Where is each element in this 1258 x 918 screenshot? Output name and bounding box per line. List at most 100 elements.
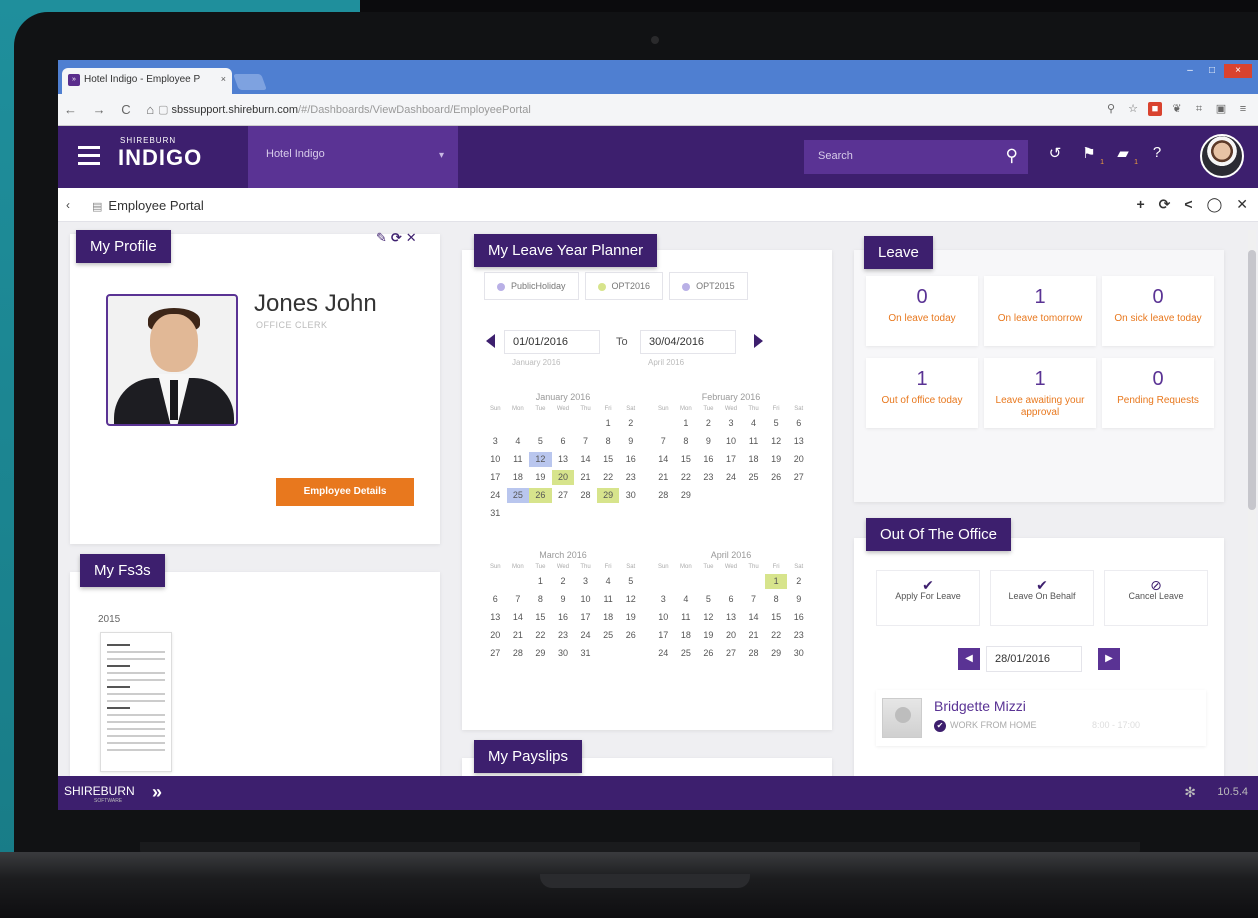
calendar-day[interactable]: 21 (507, 628, 530, 643)
calendar-day[interactable]: 7 (574, 434, 597, 449)
calendar-day[interactable]: 15 (675, 452, 698, 467)
calendar-day[interactable]: 30 (552, 646, 575, 661)
flag-icon[interactable]: ⚑ 1 (1080, 144, 1104, 166)
calendar-day[interactable]: 1 (675, 416, 698, 431)
calendar-day[interactable]: 27 (484, 646, 507, 661)
prev-arrow-icon[interactable] (486, 334, 495, 348)
calendar-day[interactable]: 4 (597, 574, 620, 589)
hamburger-menu-icon[interactable] (78, 146, 100, 166)
calendar-day[interactable]: 30 (787, 646, 810, 661)
ext-box-icon[interactable]: ▣ (1214, 102, 1228, 116)
calendar-day[interactable]: 1 (597, 416, 620, 431)
calendar-day[interactable]: 4 (742, 416, 765, 431)
calendar-day[interactable]: 17 (720, 452, 743, 467)
calendar-day[interactable]: 25 (675, 646, 698, 661)
calendar-day[interactable]: 31 (484, 506, 507, 521)
calendar-day[interactable]: 2 (787, 574, 810, 589)
calendar-day[interactable]: 28 (742, 646, 765, 661)
page-scrollbar[interactable] (1248, 230, 1256, 776)
calendar-day[interactable]: 24 (652, 646, 675, 661)
next-day-button[interactable]: ▶ (1098, 648, 1120, 670)
calendar-day[interactable]: 29 (596, 488, 620, 503)
stat-awaiting-approval[interactable]: 1 Leave awaiting your approval (984, 358, 1096, 428)
apply-for-leave-button[interactable]: ✔ Apply For Leave (876, 570, 980, 626)
user-avatar[interactable] (1200, 134, 1244, 178)
calendar-day[interactable]: 9 (697, 434, 720, 449)
calendar-day[interactable]: 5 (529, 434, 552, 449)
calendar-day[interactable]: 23 (787, 628, 810, 643)
info-button[interactable]: ◯ (1207, 196, 1223, 213)
prev-day-button[interactable]: ◀ (958, 648, 980, 670)
refresh-button[interactable]: ⟳ (1159, 196, 1171, 213)
next-arrow-icon[interactable] (754, 334, 763, 348)
calendar-day[interactable]: 19 (697, 628, 720, 643)
calendar-day[interactable]: 12 (765, 434, 788, 449)
calendar-day[interactable]: 13 (787, 434, 810, 449)
calendar-day[interactable]: 15 (529, 610, 552, 625)
calendar-day[interactable]: 5 (697, 592, 720, 607)
ooo-person-card[interactable]: Bridgette Mizzi ✔ WORK FROM HOME 8:00 - 1… (876, 690, 1206, 746)
calendar-day[interactable]: 10 (484, 452, 507, 467)
ext-crop-icon[interactable]: ⌗ (1192, 102, 1206, 116)
calendar-day[interactable]: 21 (652, 470, 675, 485)
stat-out-of-office[interactable]: 1 Out of office today (866, 358, 978, 428)
leave-on-behalf-button[interactable]: ✔ Leave On Behalf (990, 570, 1094, 626)
share-button[interactable]: < (1184, 196, 1192, 213)
calendar-day[interactable]: 11 (742, 434, 765, 449)
add-widget-button[interactable]: + (1136, 196, 1144, 213)
calendar-day[interactable]: 2 (552, 574, 575, 589)
calendar-day[interactable]: 12 (619, 592, 642, 607)
calendar-day[interactable]: 18 (507, 470, 530, 485)
calendar-day[interactable]: 6 (720, 592, 743, 607)
calendar-day[interactable]: 4 (675, 592, 698, 607)
search-input[interactable]: Search ⚲ (804, 140, 1028, 174)
calendar-day[interactable]: 2 (697, 416, 720, 431)
maximize-button[interactable]: □ (1202, 64, 1222, 78)
calendar-day[interactable]: 3 (652, 592, 675, 607)
calendar-day[interactable]: 10 (720, 434, 743, 449)
calendar-day[interactable]: 28 (507, 646, 530, 661)
hotel-selector[interactable]: Hotel Indigo ▾ (248, 126, 458, 188)
calendar-day[interactable]: 16 (697, 452, 720, 467)
calendar-day[interactable]: 13 (720, 610, 743, 625)
cancel-leave-button[interactable]: ⊘ Cancel Leave (1104, 570, 1208, 626)
new-tab-button[interactable] (233, 74, 267, 90)
calendar-day[interactable]: 29 (529, 646, 552, 661)
calendar-day[interactable]: 17 (574, 610, 597, 625)
stat-on-leave-today[interactable]: 0 On leave today (866, 276, 978, 346)
calendar-day[interactable]: 23 (697, 470, 720, 485)
calendar-day[interactable]: 23 (619, 470, 642, 485)
calendar-day[interactable]: 10 (652, 610, 675, 625)
close-page-button[interactable]: ✕ (1236, 196, 1248, 213)
calendar-day[interactable]: 31 (574, 646, 597, 661)
calendar-day[interactable]: 22 (675, 470, 698, 485)
history-icon[interactable]: ↺ (1046, 144, 1064, 162)
calendar-day[interactable]: 14 (507, 610, 530, 625)
calendar-day[interactable]: 23 (552, 628, 575, 643)
calendar-day[interactable]: 30 (619, 488, 642, 503)
calendar-day[interactable]: 24 (720, 470, 743, 485)
from-date-input[interactable]: 01/01/2016 (504, 330, 600, 354)
calendar-day[interactable]: 8 (675, 434, 698, 449)
calendar-day[interactable]: 21 (742, 628, 765, 643)
calendar-day[interactable]: 19 (619, 610, 642, 625)
fs3-document-thumbnail[interactable] (100, 632, 172, 772)
browser-tab[interactable]: » Hotel Indigo - Employee P × (62, 68, 232, 94)
calendar-day[interactable]: 6 (484, 592, 507, 607)
calendar-day[interactable]: 21 (574, 470, 597, 485)
calendar-day[interactable]: 16 (787, 610, 810, 625)
calendar-day[interactable]: 29 (675, 488, 698, 503)
calendar-day[interactable]: 24 (484, 488, 507, 503)
calendar-day[interactable]: 4 (507, 434, 530, 449)
calendar-day[interactable]: 25 (506, 488, 530, 503)
star-icon[interactable]: ☆ (1126, 102, 1140, 116)
calendar-day[interactable]: 7 (742, 592, 765, 607)
stat-pending-requests[interactable]: 0 Pending Requests (1102, 358, 1214, 428)
ext-ribbon-icon[interactable]: ❦ (1170, 102, 1184, 116)
stat-on-leave-tomorrow[interactable]: 1 On leave tomorrow (984, 276, 1096, 346)
calendar-day[interactable]: 18 (675, 628, 698, 643)
calendar-day[interactable]: 11 (675, 610, 698, 625)
minimize-button[interactable]: – (1180, 64, 1200, 78)
calendar-day[interactable]: 11 (597, 592, 620, 607)
calendar-day[interactable]: 19 (529, 470, 552, 485)
